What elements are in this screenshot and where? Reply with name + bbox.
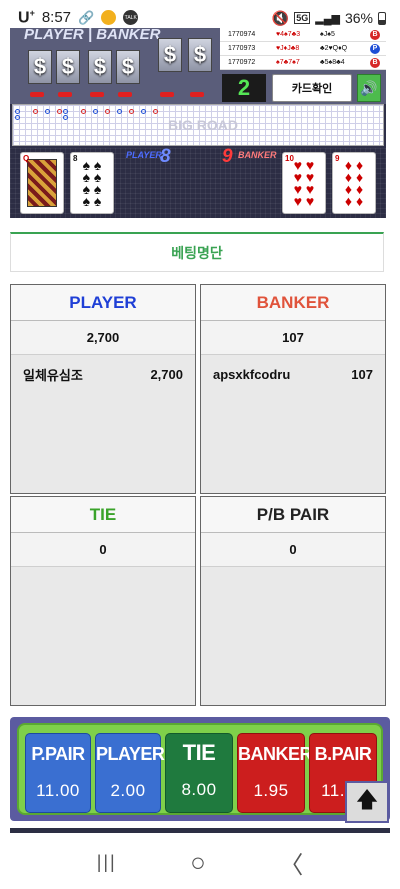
big-road-label: BIG ROAD (168, 117, 238, 133)
history-row: 1770973 ♥J♦J♣8 ♣2♥Q♦Q P (220, 42, 386, 56)
panel-total: 0 (201, 533, 385, 567)
road-bead (105, 109, 110, 114)
footer-strip (10, 828, 390, 833)
road-bead (33, 109, 38, 114)
bet-amount: 2,700 (150, 366, 183, 382)
chip-icon[interactable]: $ (188, 38, 212, 72)
card-table: Q 8 ♠ ♠ ♠ ♠ ♠ ♠ ♠ ♠ PLAYER 8 9 BANKER 10 ♥ … (10, 146, 386, 218)
carrier-label: U+ (18, 8, 35, 27)
bet-amount: 107 (351, 366, 373, 382)
bettor-name: apsxkfcodru (213, 366, 291, 382)
result-badge: P (370, 43, 380, 54)
odds-bar: P.PAIR 11.00 PLAYER 2.00 TIE 8.00 BANKER… (10, 717, 390, 821)
signal-icon: ▂▄▆ (315, 12, 340, 25)
battery-level: 36% (344, 10, 373, 26)
back-button[interactable]: 〈 (279, 845, 303, 880)
panel-total: 2,700 (11, 321, 195, 355)
indicator-light (90, 92, 104, 97)
banker-card: 10 ♥ ♥ ♥ ♥ ♥ ♥ ♥ ♥ (282, 152, 326, 214)
player-hand-label: PLAYER (126, 150, 162, 160)
banker-button[interactable]: BANKER 1.95 (237, 733, 313, 813)
road-bead (15, 115, 20, 120)
pair-bets-panel: P/B PAIR 0 (200, 496, 386, 706)
result-badge: B (370, 57, 380, 68)
chip-icon[interactable]: $ (158, 38, 182, 72)
link-icon: 🔗 (78, 9, 95, 25)
chip-icon[interactable]: $ (56, 50, 80, 84)
panel-title: PLAYER (11, 285, 195, 321)
round-history: 1770974 ♥4♠7♣3 ♠J♠5 B 1770973 ♥J♦J♣8 ♣2♥… (220, 28, 386, 70)
bet-row: 일체유심조 2,700 (11, 355, 195, 393)
odds-buttons: P.PAIR 11.00 PLAYER 2.00 TIE 8.00 BANKER… (17, 723, 383, 815)
talk-icon: TALK (123, 10, 139, 26)
player-card: 8 ♠ ♠ ♠ ♠ ♠ ♠ ♠ ♠ (70, 152, 114, 214)
bettor-name: 일체유심조 (23, 367, 83, 383)
indicator-light (160, 92, 174, 97)
card-check-button[interactable]: 카드확인 (272, 74, 352, 102)
chip-icon[interactable]: $ (116, 50, 140, 84)
shoe-counter: 2 (222, 74, 266, 102)
road-bead (81, 109, 86, 114)
banker-card: 9 ♦ ♦ ♦ ♦ ♦ ♦ ♦ ♦ (332, 152, 376, 214)
network-label: 5G (294, 12, 311, 24)
arrow-up-icon[interactable]: 🡅 (345, 781, 389, 823)
clock: 8:57 (41, 9, 72, 27)
player-card: Q (20, 152, 64, 214)
player-banker-title: PLAYER | BANKER (24, 28, 161, 43)
road-bead (141, 109, 146, 114)
recent-apps-button[interactable]: ||| (97, 852, 117, 873)
chip-icon[interactable]: $ (28, 50, 52, 84)
home-button[interactable]: ○ (190, 847, 206, 878)
road-bead (63, 109, 68, 114)
panel-title: TIE (11, 497, 195, 533)
speaker-icon[interactable]: 🔊 (357, 74, 381, 102)
player-bets-panel: PLAYER 2,700 일체유심조 2,700 (10, 284, 196, 494)
road-bead (117, 109, 122, 114)
player-button[interactable]: PLAYER 2.00 (95, 733, 165, 813)
history-row: 1770972 ♠7♣7♠7 ♣5♠8♣4 B (220, 56, 386, 70)
indicator-light (190, 92, 204, 97)
bet-row: apsxkfcodru 107 (201, 355, 385, 393)
tie-button[interactable]: TIE 8.00 (165, 733, 233, 813)
mute-icon: 🔇 (271, 9, 290, 26)
battery-icon (378, 11, 386, 25)
indicator-light (58, 92, 72, 97)
road-bead (153, 109, 158, 114)
chip-icon[interactable]: $ (88, 50, 112, 84)
banker-hand-label: BANKER (238, 150, 277, 160)
road-bead (15, 109, 20, 114)
road-bead (45, 109, 50, 114)
road-bead (93, 109, 98, 114)
player-pair-button[interactable]: P.PAIR 11.00 (25, 733, 91, 813)
tie-bets-panel: TIE 0 (10, 496, 196, 706)
indicator-light (30, 92, 44, 97)
indicator-light (118, 92, 132, 97)
history-row: 1770974 ♥4♠7♣3 ♠J♠5 B (220, 28, 386, 42)
player-hand-value: 8 (160, 146, 171, 167)
baccarat-game-panel: PLAYER | BANKER $ $ $ $ $ $ 1770974 ♥4♠7… (10, 28, 386, 218)
banker-hand-value: 9 (222, 146, 233, 167)
chip-area: PLAYER | BANKER $ $ $ $ $ $ 1770974 ♥4♠7… (10, 28, 386, 104)
panel-total: 0 (11, 533, 195, 567)
road-bead (57, 109, 62, 114)
road-bead (129, 109, 134, 114)
panel-title: P/B PAIR (201, 497, 385, 533)
panel-total: 107 (201, 321, 385, 355)
notification-icon (101, 10, 117, 26)
result-badge: B (370, 29, 380, 40)
bet-list-title: 베팅명단 (10, 232, 384, 272)
panel-title: BANKER (201, 285, 385, 321)
big-road-board: BIG ROAD (12, 104, 384, 146)
system-navigation-bar: ||| ○ 〈 (0, 836, 400, 889)
banker-bets-panel: BANKER 107 apsxkfcodru 107 (200, 284, 386, 494)
road-bead (63, 115, 68, 120)
